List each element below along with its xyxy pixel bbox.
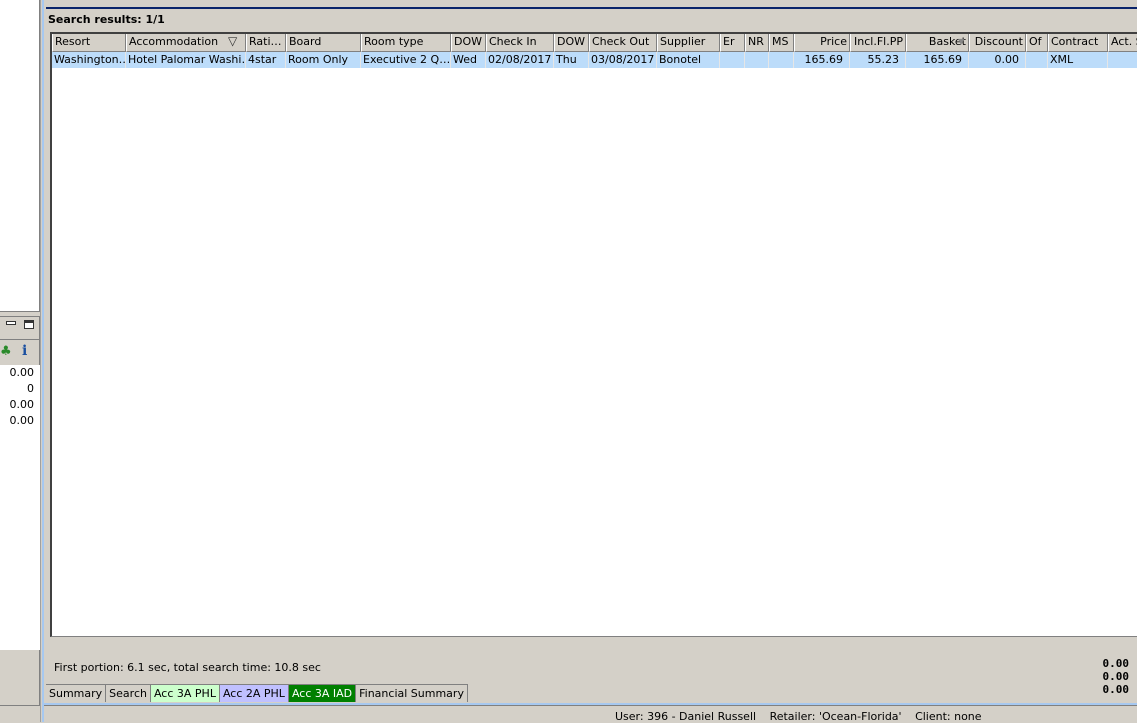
- column-header[interactable]: DOW: [554, 34, 589, 52]
- value: 0: [27, 382, 34, 395]
- column-header[interactable]: Rati…: [246, 34, 286, 52]
- value: 0.00: [9, 414, 35, 427]
- column-header[interactable]: Act. S: [1108, 34, 1137, 52]
- total: 0.00: [1102, 657, 1130, 670]
- tab-financial-summary[interactable]: Financial Summary: [356, 684, 468, 702]
- divider: [46, 7, 1137, 9]
- table-cell[interactable]: 165.69: [794, 52, 850, 68]
- divider: [44, 703, 1137, 706]
- table-cell[interactable]: Room Only: [286, 52, 361, 68]
- tab-acc-3a-iad[interactable]: Acc 3A IAD: [288, 684, 357, 702]
- tab-summary[interactable]: Summary: [46, 684, 107, 702]
- table-cell[interactable]: [720, 52, 745, 68]
- value: 0.00: [9, 366, 35, 379]
- sort-desc-icon: ▼: [958, 37, 965, 46]
- total: 0.00: [1102, 683, 1130, 696]
- column-header[interactable]: Board: [286, 34, 361, 52]
- table-cell[interactable]: [1108, 52, 1137, 68]
- table-cell[interactable]: 165.69: [906, 52, 969, 68]
- column-header[interactable]: Discount: [969, 34, 1026, 52]
- table-cell[interactable]: 4star: [246, 52, 286, 68]
- client-label: Client: none: [915, 710, 982, 723]
- column-header[interactable]: Resort: [52, 34, 126, 52]
- minimize-icon[interactable]: [6, 321, 16, 325]
- column-header[interactable]: Er: [720, 34, 745, 52]
- panel-toolbar: ♣ i: [0, 339, 40, 365]
- table-cell[interactable]: Thu: [554, 52, 589, 68]
- retailer-label: Retailer: 'Ocean-Florida': [769, 710, 902, 723]
- table-cell[interactable]: Bonotel: [657, 52, 720, 68]
- tab-search[interactable]: Search: [106, 684, 151, 702]
- column-header[interactable]: Check Out: [589, 34, 657, 52]
- column-header[interactable]: Contract: [1048, 34, 1108, 52]
- column-header[interactable]: Room type: [361, 34, 451, 52]
- user-bar: User: 396 - Daniel Russell Retailer: 'Oc…: [615, 710, 992, 723]
- table-cell[interactable]: Executive 2 Q…: [361, 52, 451, 68]
- table-cell[interactable]: [745, 52, 769, 68]
- table-cell[interactable]: XML: [1048, 52, 1108, 68]
- column-header[interactable]: Price: [794, 34, 850, 52]
- filter-icon[interactable]: ▽: [228, 34, 237, 48]
- left-top-panel: [0, 0, 40, 312]
- table-cell[interactable]: [769, 52, 794, 68]
- left-values: 0.00 0 0.00 0.00: [0, 365, 40, 650]
- status-text: First portion: 6.1 sec, total search tim…: [54, 661, 321, 674]
- column-header[interactable]: MS: [769, 34, 794, 52]
- palm-tree-icon[interactable]: ♣: [0, 344, 12, 359]
- panel-header: [0, 316, 40, 338]
- total: 0.00: [1102, 670, 1130, 683]
- table-cell[interactable]: Wed: [451, 52, 486, 68]
- column-header[interactable]: Supplier: [657, 34, 720, 52]
- table-cell[interactable]: Washington…: [52, 52, 126, 68]
- column-header[interactable]: DOW: [451, 34, 486, 52]
- table-cell[interactable]: 03/08/2017: [589, 52, 657, 68]
- table-cell[interactable]: 0.00: [969, 52, 1026, 68]
- column-header[interactable]: Incl.Fl.PP: [850, 34, 906, 52]
- info-icon[interactable]: i: [22, 343, 27, 359]
- splitter[interactable]: [40, 0, 44, 722]
- results-title: Search results: 1/1: [48, 13, 165, 26]
- results-table[interactable]: Resort Accommodation Rati… Board Room type DO…: [50, 32, 1137, 637]
- column-header[interactable]: NR: [745, 34, 769, 52]
- tab-bar: Summary Search Acc 3A PHL Acc 2A PHL Acc 3A …: [46, 684, 468, 702]
- column-header[interactable]: Check In: [486, 34, 554, 52]
- maximize-icon[interactable]: [24, 320, 34, 329]
- table-cell[interactable]: Hotel Palomar Washi…: [126, 52, 246, 68]
- column-header[interactable]: Of: [1026, 34, 1048, 52]
- table-cell[interactable]: [1026, 52, 1048, 68]
- value: 0.00: [9, 398, 35, 411]
- tab-acc-3a-phl[interactable]: Acc 3A PHL: [150, 684, 220, 702]
- tab-acc-2a-phl[interactable]: Acc 2A PHL: [219, 684, 289, 702]
- table-cell[interactable]: 02/08/2017: [486, 52, 554, 68]
- table-cell[interactable]: 55.23: [850, 52, 906, 68]
- user-label: User: 396 - Daniel Russell: [615, 710, 757, 723]
